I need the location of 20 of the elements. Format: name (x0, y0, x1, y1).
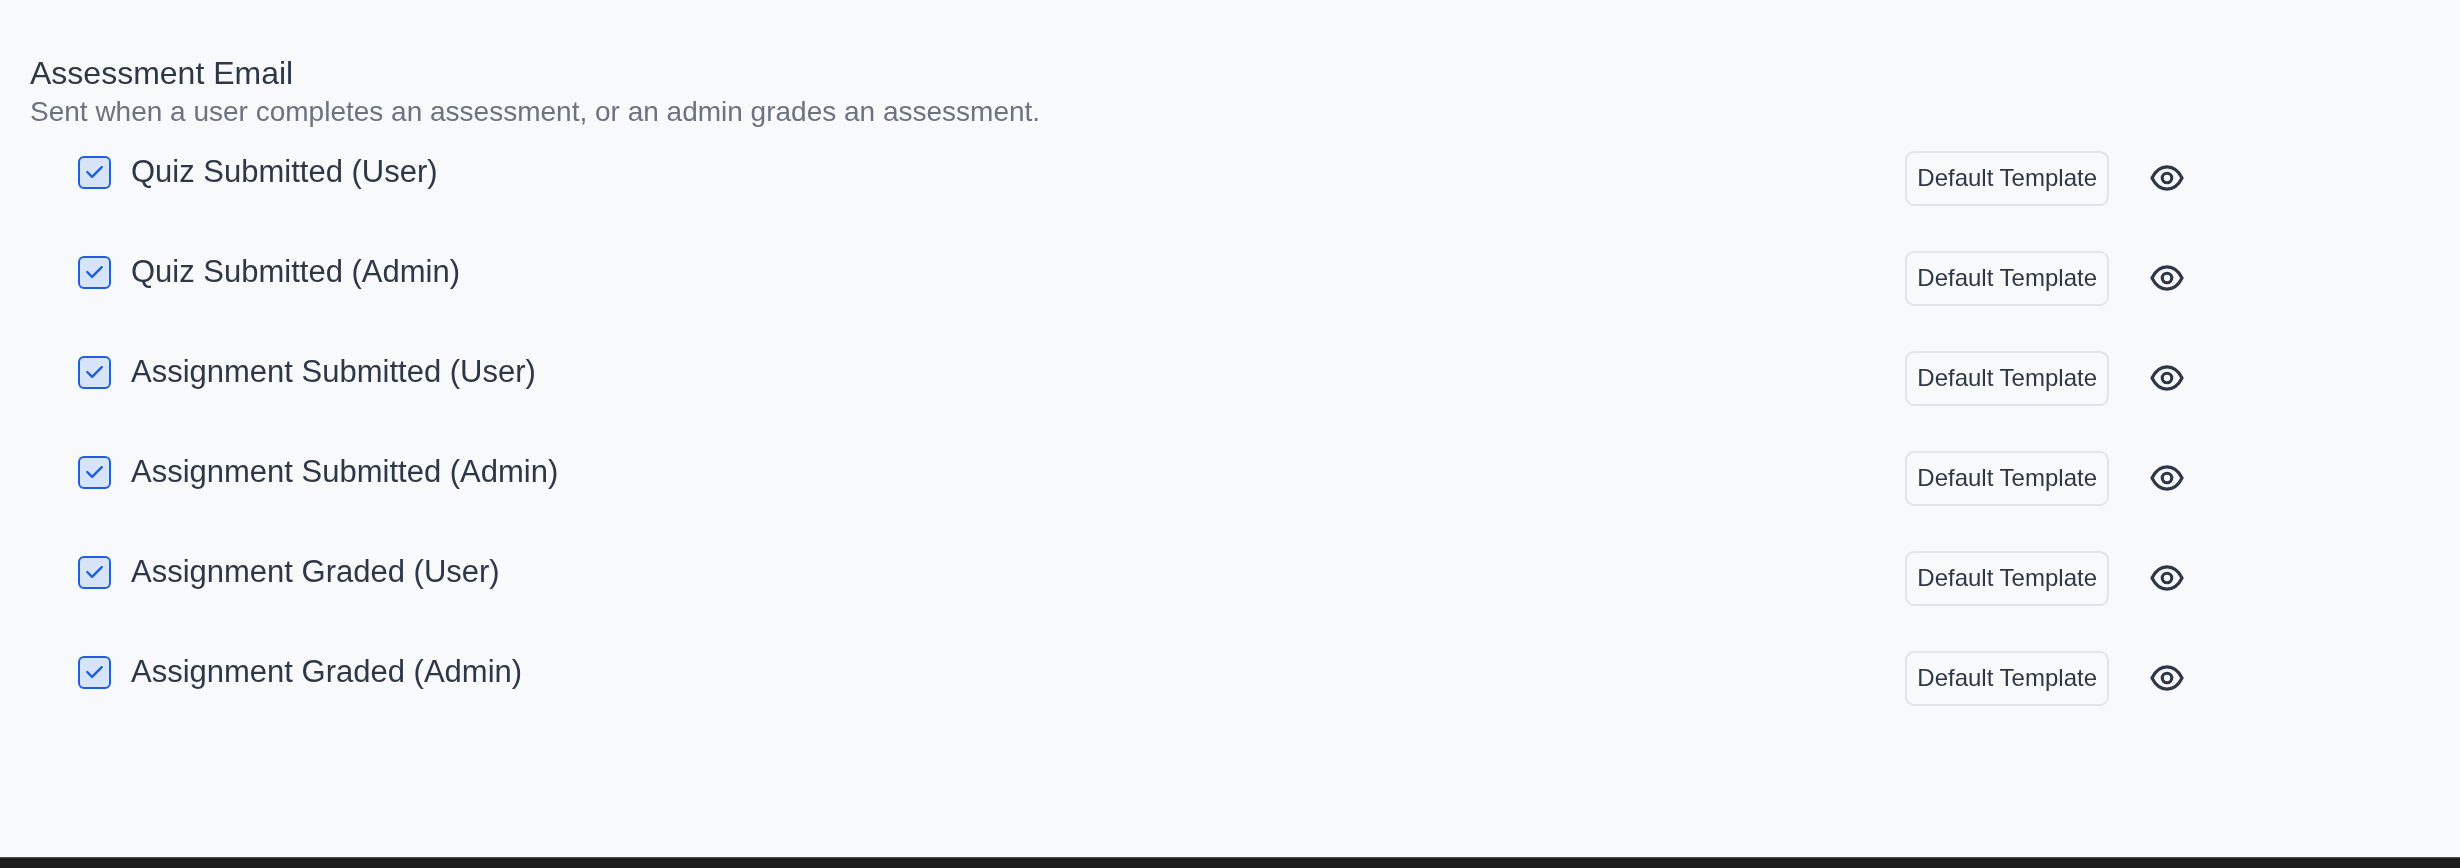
template-button[interactable]: Default Template (1905, 450, 2109, 506)
section-title: Assessment Email (30, 55, 295, 91)
template-button[interactable]: Default Template (1905, 250, 2109, 306)
email-label: Assignment Graded (User) (131, 554, 501, 590)
email-label: Assignment Graded (Admin) (131, 654, 524, 690)
template-button[interactable]: Default Template (1905, 150, 2109, 206)
checkbox[interactable] (78, 255, 111, 289)
email-label: Assignment Submitted (User) (131, 354, 537, 390)
email-label: Quiz Submitted (User) (131, 154, 439, 190)
template-button[interactable]: Default Template (1905, 650, 2109, 706)
checkbox[interactable] (78, 355, 111, 389)
checkbox[interactable] (78, 555, 111, 589)
email-label: Assignment Submitted (Admin) (131, 454, 560, 490)
checkbox[interactable] (78, 155, 111, 189)
template-button[interactable]: Default Template (1905, 550, 2109, 606)
checkbox[interactable] (78, 655, 111, 689)
template-button[interactable]: Default Template (1905, 350, 2109, 406)
checkbox[interactable] (78, 455, 111, 489)
email-label: Quiz Submitted (Admin) (131, 254, 462, 290)
section-description: Sent when a user completes an assessment, or an admin grades an assessment. (30, 95, 1042, 129)
